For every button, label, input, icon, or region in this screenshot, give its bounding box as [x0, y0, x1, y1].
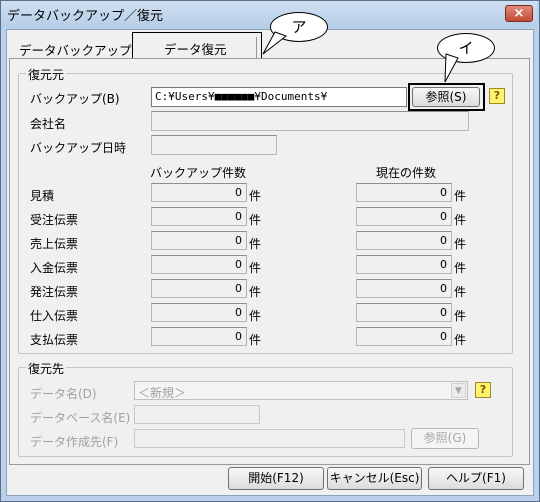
tab-data-backup[interactable]: データバックアップ [19, 40, 132, 59]
backup-date-label: バックアップ日時 [30, 141, 127, 155]
row-label-purchase: 仕入伝票 [30, 309, 79, 323]
window-title: データバックアップ／復元 [7, 9, 164, 24]
unit-label: 件 [249, 237, 262, 251]
current-count-purchase: 0 [356, 303, 452, 322]
help-button[interactable]: ヘルプ(F1) [428, 467, 524, 490]
browse-source-button[interactable]: 参照(S) [412, 87, 480, 107]
start-button[interactable]: 開始(F12) [228, 467, 324, 490]
browse-dest-button[interactable]: 参照(G) [411, 428, 479, 449]
backup-count-estimate: 0 [151, 183, 247, 202]
unit-label: 件 [454, 189, 467, 203]
data-location-field[interactable] [134, 429, 405, 448]
database-name-field[interactable] [134, 405, 260, 424]
row-label-deposit: 入金伝票 [30, 261, 79, 275]
data-location-label: データ作成先(F) [30, 435, 119, 449]
data-name-label: データ名(D) [30, 387, 97, 401]
unit-label: 件 [454, 309, 467, 323]
help-icon[interactable]: ? [489, 88, 505, 104]
row-label-purchase-order: 発注伝票 [30, 285, 79, 299]
unit-label: 件 [249, 213, 262, 227]
unit-label: 件 [454, 285, 467, 299]
row-label-estimate: 見積 [30, 189, 55, 203]
backup-path-input[interactable]: C:¥Users¥■■■■■■¥Documents¥ [151, 87, 407, 107]
row-label-order: 受注伝票 [30, 213, 79, 227]
cancel-button[interactable]: キャンセル(Esc) [327, 467, 422, 490]
unit-label: 件 [249, 333, 262, 347]
chevron-down-icon[interactable]: ▼ [451, 383, 466, 398]
dest-group-title: 復元先 [26, 360, 67, 377]
current-count-order: 0 [356, 207, 452, 226]
current-count-estimate: 0 [356, 183, 452, 202]
database-name-label: データベース名(E) [30, 411, 131, 425]
row-label-sales: 売上伝票 [30, 237, 79, 251]
backup-count-order: 0 [151, 207, 247, 226]
current-count-purchase-order: 0 [356, 279, 452, 298]
company-field [151, 111, 469, 131]
backup-count-payment: 0 [151, 327, 247, 346]
backup-date-field [151, 135, 277, 155]
row-label-payment: 支払伝票 [30, 333, 79, 347]
current-count-deposit: 0 [356, 255, 452, 274]
backup-count-purchase-order: 0 [151, 279, 247, 298]
current-count-sales: 0 [356, 231, 452, 250]
unit-label: 件 [454, 261, 467, 275]
unit-label: 件 [454, 213, 467, 227]
backup-count-purchase: 0 [151, 303, 247, 322]
callout-i-pointer [444, 53, 459, 83]
col-header-backup-count: バックアップ件数 [150, 166, 247, 180]
data-name-select-value: ＜新規＞ [138, 386, 187, 400]
unit-label: 件 [249, 261, 262, 275]
source-group-title: 復元元 [26, 66, 67, 83]
tab-divider [256, 37, 257, 58]
callout-a-pointer [262, 31, 288, 55]
backup-label: バックアップ(B) [30, 92, 120, 106]
unit-label: 件 [249, 285, 262, 299]
tab-data-restore-label: データ復元 [164, 42, 227, 57]
unit-label: 件 [249, 189, 262, 203]
unit-label: 件 [454, 333, 467, 347]
company-label: 会社名 [30, 117, 67, 131]
backup-count-deposit: 0 [151, 255, 247, 274]
backup-count-sales: 0 [151, 231, 247, 250]
unit-label: 件 [454, 237, 467, 251]
close-button[interactable]: × [505, 5, 533, 22]
unit-label: 件 [249, 309, 262, 323]
col-header-current-count: 現在の件数 [376, 166, 437, 180]
current-count-payment: 0 [356, 327, 452, 346]
help-icon[interactable]: ? [475, 382, 491, 398]
